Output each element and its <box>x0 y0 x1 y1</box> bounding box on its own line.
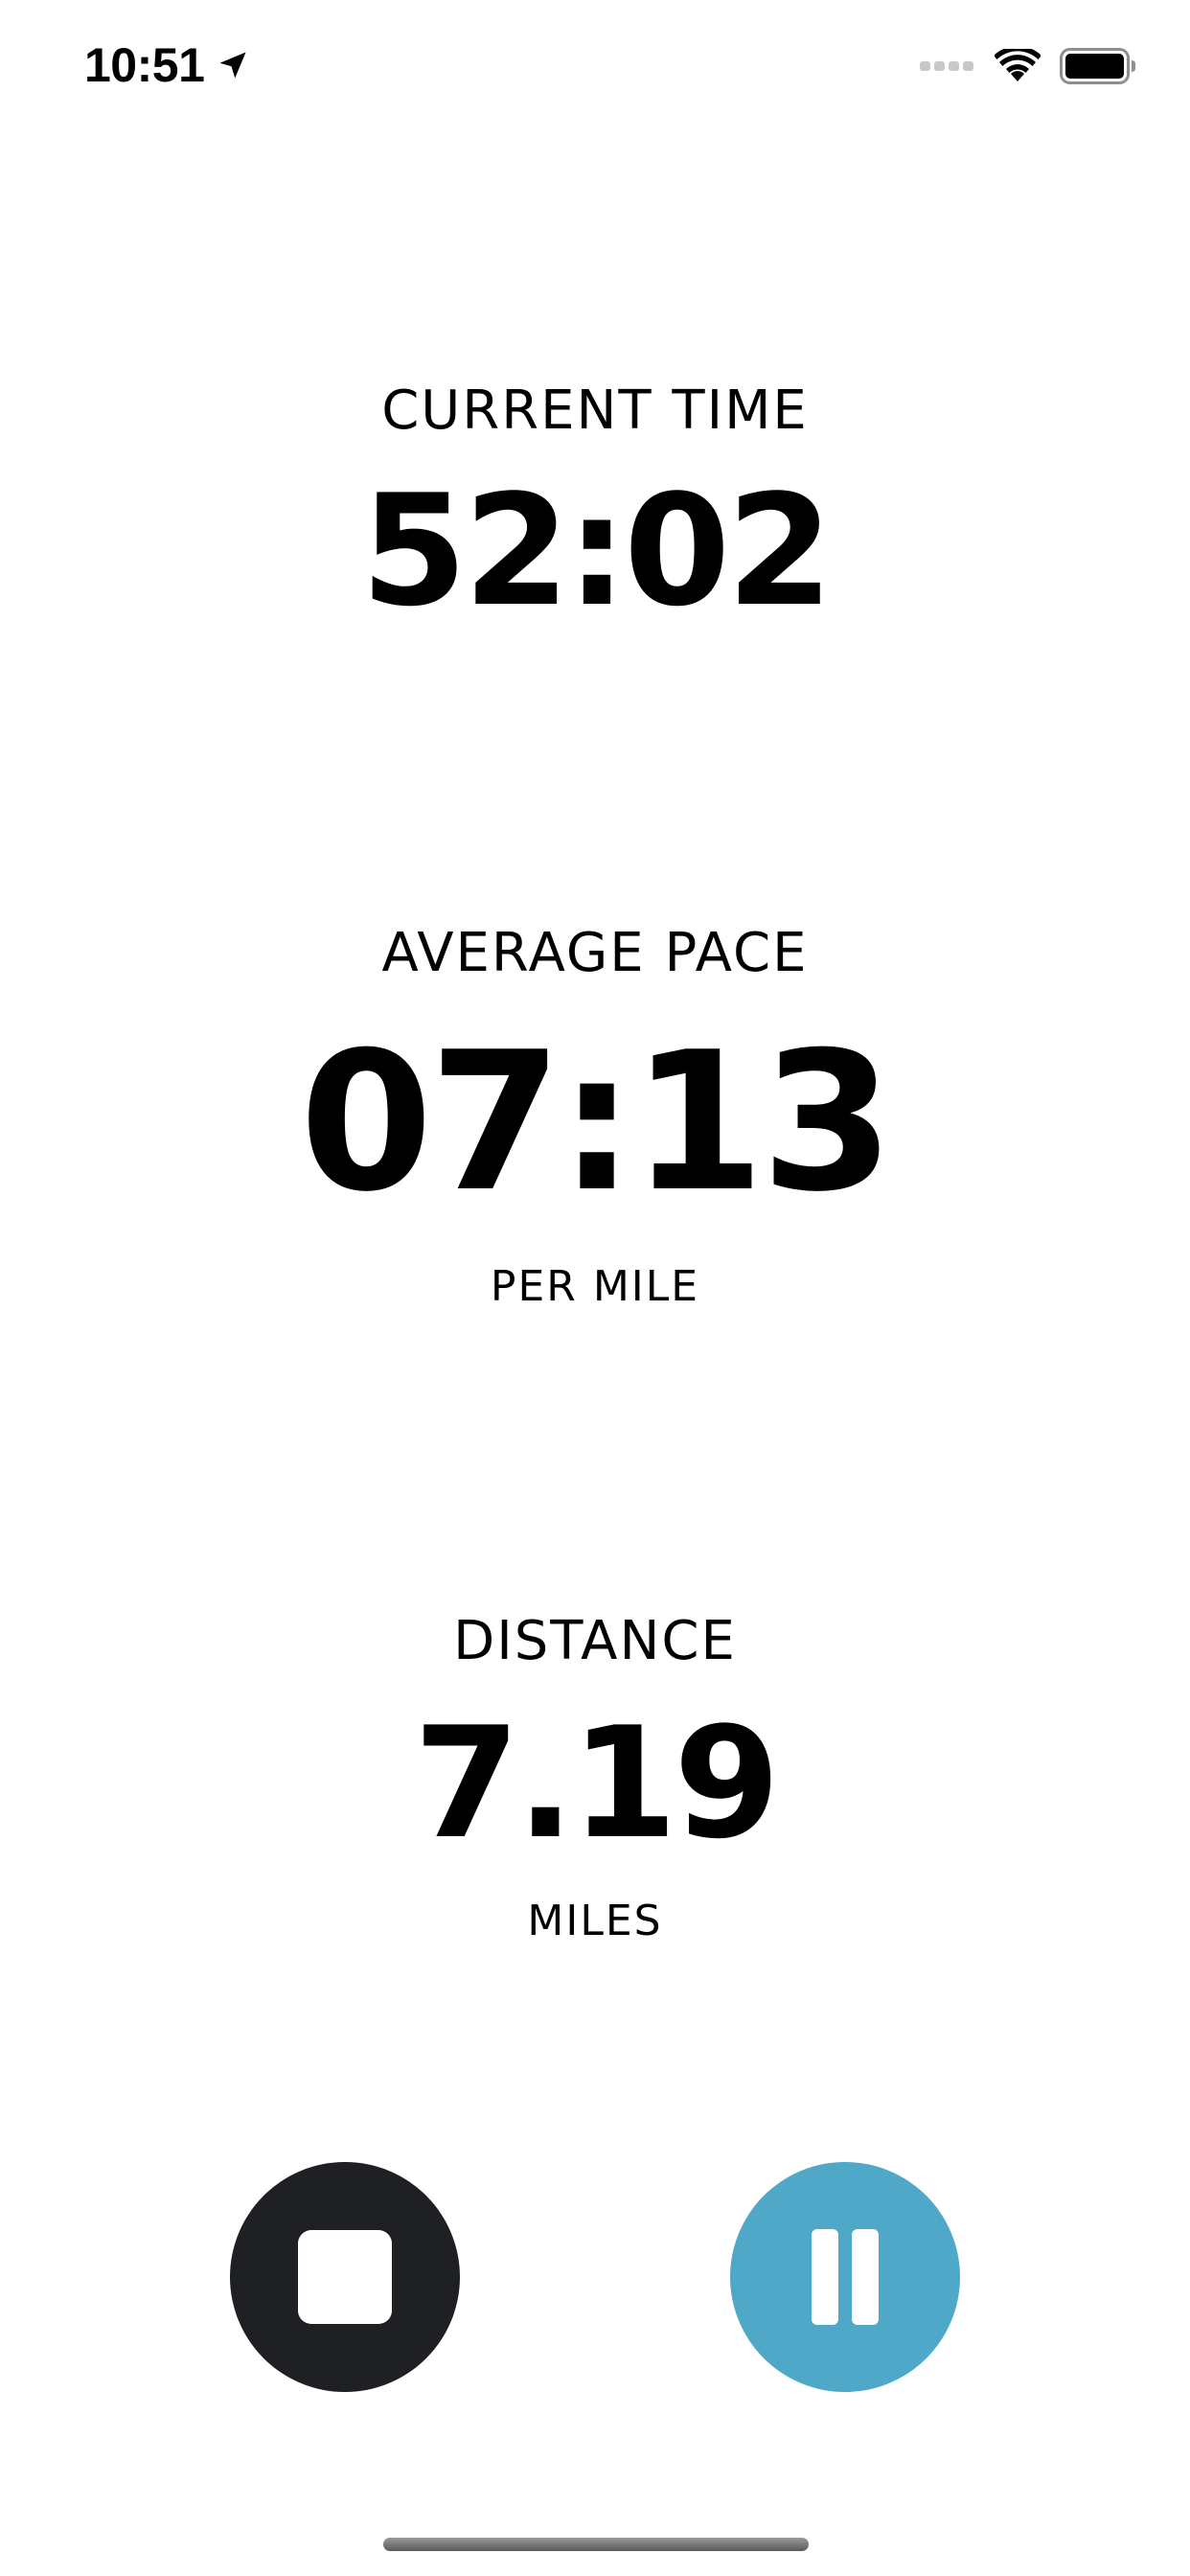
status-time: 10:51 <box>84 38 205 92</box>
average-pace-label: AVERAGE PACE <box>381 922 809 984</box>
home-indicator[interactable] <box>383 2538 809 2551</box>
average-pace-value: 07:13 <box>299 1011 895 1234</box>
pause-bar-left <box>812 2229 838 2325</box>
distance-section: DISTANCE 7.19 MILES <box>0 1610 1190 1945</box>
average-pace-unit: PER MILE <box>490 1262 700 1311</box>
pause-icon <box>812 2229 879 2325</box>
stop-icon <box>298 2230 392 2324</box>
average-pace-section: AVERAGE PACE 07:13 PER MILE <box>0 922 1190 1311</box>
location-arrow-icon <box>219 52 246 79</box>
pause-bar-right <box>852 2229 879 2325</box>
stop-button[interactable] <box>230 2162 460 2392</box>
current-time-value: 52:02 <box>360 461 833 640</box>
battery-full-icon <box>1060 48 1135 84</box>
status-bar: 10:51 <box>0 0 1190 126</box>
wifi-icon <box>995 49 1041 81</box>
current-time-section: CURRENT TIME 52:02 <box>0 380 1190 647</box>
status-indicators <box>920 42 1136 90</box>
distance-value: 7.19 <box>413 1693 781 1873</box>
current-time-label: CURRENT TIME <box>381 380 809 442</box>
pause-button[interactable] <box>730 2162 960 2392</box>
distance-unit: MILES <box>527 1897 663 1945</box>
distance-label: DISTANCE <box>453 1610 737 1672</box>
cellular-signal-icon <box>920 61 973 71</box>
status-time-group: 10:51 <box>84 36 250 94</box>
